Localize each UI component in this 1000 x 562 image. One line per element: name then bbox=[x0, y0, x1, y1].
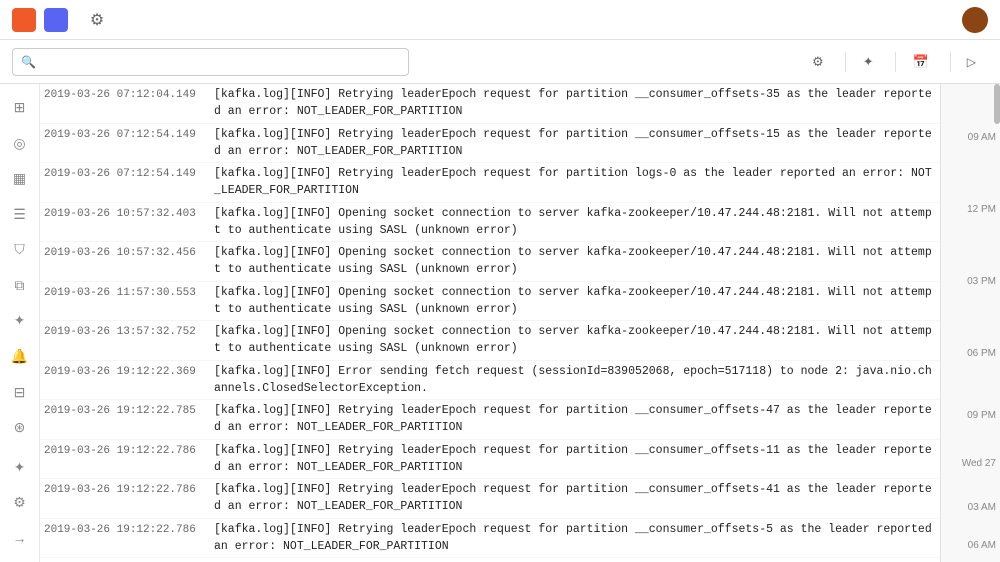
log-timestamp: 2019-03-26 10:57:32.456 bbox=[44, 244, 214, 262]
stream-button[interactable]: ▷ bbox=[959, 51, 988, 73]
log-message: [kafka.log][INFO] Error sending fetch re… bbox=[214, 363, 932, 398]
log-timestamp: 2019-03-26 07:12:54.149 bbox=[44, 126, 214, 144]
log-timestamp: 2019-03-26 13:57:32.752 bbox=[44, 323, 214, 341]
log-row: 2019-03-26 19:12:22.786[kafka.log][INFO]… bbox=[40, 558, 940, 562]
log-timestamp: 2019-03-26 07:12:04.149 bbox=[44, 86, 214, 104]
log-row: 2019-03-26 19:12:22.785[kafka.log][INFO]… bbox=[40, 400, 940, 440]
sidebar-icon-grid[interactable]: ▦ bbox=[4, 163, 36, 195]
log-row: 2019-03-26 19:12:22.786[kafka.log][INFO]… bbox=[40, 519, 940, 559]
separator bbox=[845, 52, 846, 72]
date-button[interactable]: 📅 bbox=[904, 49, 942, 75]
log-timestamp: 2019-03-26 19:12:22.786 bbox=[44, 481, 214, 499]
separator2 bbox=[895, 52, 896, 72]
log-message: [kafka.log][INFO] Retrying leaderEpoch r… bbox=[214, 126, 932, 161]
log-message: [kafka.log][INFO] Retrying leaderEpoch r… bbox=[214, 165, 932, 200]
time-label: 06 AM bbox=[968, 540, 996, 551]
sidebar-icon-chart[interactable]: ✦ bbox=[4, 305, 36, 337]
sidebar-icon-settings[interactable]: ⚙ bbox=[4, 487, 36, 519]
search-icon: 🔍 bbox=[21, 55, 36, 69]
log-row: 2019-03-26 19:12:22.786[kafka.log][INFO]… bbox=[40, 440, 940, 480]
log-content: 2019-03-26 07:12:04.149[kafka.log][INFO]… bbox=[40, 84, 1000, 562]
calendar-icon: 📅 bbox=[913, 54, 929, 70]
title-bar: ⚙ bbox=[0, 0, 1000, 40]
log-list[interactable]: 2019-03-26 07:12:04.149[kafka.log][INFO]… bbox=[40, 84, 940, 562]
log-message: [kafka.log][INFO] Retrying leaderEpoch r… bbox=[214, 521, 932, 556]
log-row: 2019-03-26 07:12:54.149[kafka.log][INFO]… bbox=[40, 124, 940, 164]
sidebar-icon-compass[interactable]: ◎ bbox=[4, 128, 36, 160]
log-timestamp: 2019-03-26 11:57:30.553 bbox=[44, 284, 214, 302]
log-message: [kafka.log][INFO] Opening socket connect… bbox=[214, 284, 932, 319]
toolbar: 🔍 ⚙ ✦ 📅 ▷ bbox=[0, 40, 1000, 84]
sidebar-icon-document[interactable]: ⊟ bbox=[4, 376, 36, 408]
log-timestamp: 2019-03-26 19:12:22.786 bbox=[44, 442, 214, 460]
log-row: 2019-03-26 07:12:54.149[kafka.log][INFO]… bbox=[40, 163, 940, 203]
search-box[interactable]: 🔍 bbox=[12, 48, 409, 76]
time-label: 12 PM bbox=[967, 204, 996, 215]
sidebar-icon-list[interactable]: ☰ bbox=[4, 199, 36, 231]
sidebar-icon-shield[interactable]: ⛉ bbox=[4, 234, 36, 266]
log-row: 2019-03-26 19:12:22.786[kafka.log][INFO]… bbox=[40, 479, 940, 519]
log-row: 2019-03-26 13:57:32.752[kafka.log][INFO]… bbox=[40, 321, 940, 361]
time-label: 09 AM bbox=[968, 132, 996, 143]
log-row: 2019-03-26 07:12:04.149[kafka.log][INFO]… bbox=[40, 84, 940, 124]
time-scrollbar[interactable]: 09 AM 12 PM 03 PM 06 PM 09 PM Wed 27 03 AM 06 A… bbox=[940, 84, 1000, 562]
log-message: [kafka.log][INFO] Opening socket connect… bbox=[214, 244, 932, 279]
customize-icon: ✦ bbox=[863, 54, 874, 70]
log-message: [kafka.log][INFO] Opening socket connect… bbox=[214, 205, 932, 240]
log-message: [kafka.log][INFO] Retrying leaderEpoch r… bbox=[214, 402, 932, 437]
log-timestamp: 2019-03-26 19:12:22.785 bbox=[44, 402, 214, 420]
left-sidebar: ⊞ ◎ ▦ ☰ ⛉ ⧉ ✦ 🔔 ⊟ ⊛ ✦ ⚙ → bbox=[0, 84, 40, 562]
log-message: [kafka.log][INFO] Retrying leaderEpoch r… bbox=[214, 442, 932, 477]
log-message: [kafka.log][INFO] Retrying leaderEpoch r… bbox=[214, 481, 932, 516]
org-avatar bbox=[44, 8, 68, 32]
default-icon: ⚙ bbox=[812, 54, 824, 70]
time-label: Wed 27 bbox=[962, 458, 996, 469]
log-message: [kafka.log][INFO] Opening socket connect… bbox=[214, 323, 932, 358]
sidebar-icon-bell[interactable]: 🔔 bbox=[4, 341, 36, 373]
log-timestamp: 2019-03-26 19:12:22.786 bbox=[44, 521, 214, 539]
sidebar-icon-tag[interactable]: ⊛ bbox=[4, 412, 36, 444]
time-label: 09 PM bbox=[967, 410, 996, 421]
app-logo bbox=[12, 8, 36, 32]
sidebar-arrow[interactable]: → bbox=[4, 522, 36, 554]
user-avatar[interactable] bbox=[962, 7, 988, 33]
log-timestamp: 2019-03-26 10:57:32.403 bbox=[44, 205, 214, 223]
sidebar-icon-home[interactable]: ⊞ bbox=[4, 92, 36, 124]
play-icon: ▷ bbox=[967, 55, 976, 69]
separator3 bbox=[950, 52, 951, 72]
log-row: 2019-03-26 11:57:30.553[kafka.log][INFO]… bbox=[40, 282, 940, 322]
settings-icon[interactable]: ⚙ bbox=[84, 7, 110, 33]
time-label: 06 PM bbox=[967, 348, 996, 359]
sidebar-icon-star[interactable]: ✦ bbox=[4, 451, 36, 483]
log-row: 2019-03-26 10:57:32.403[kafka.log][INFO]… bbox=[40, 203, 940, 243]
log-timestamp: 2019-03-26 19:12:22.369 bbox=[44, 363, 214, 381]
default-button[interactable]: ⚙ bbox=[803, 49, 837, 75]
log-message: [kafka.log][INFO] Retrying leaderEpoch r… bbox=[214, 86, 932, 121]
customize-button[interactable]: ✦ bbox=[854, 49, 887, 75]
time-label: 03 AM bbox=[968, 502, 996, 513]
time-label: 03 PM bbox=[967, 276, 996, 287]
log-row: 2019-03-26 10:57:32.456[kafka.log][INFO]… bbox=[40, 242, 940, 282]
scroll-thumb[interactable] bbox=[994, 84, 1000, 124]
sidebar-icon-layers[interactable]: ⧉ bbox=[4, 270, 36, 302]
log-timestamp: 2019-03-26 07:12:54.149 bbox=[44, 165, 214, 183]
log-row: 2019-03-26 19:12:22.369[kafka.log][INFO]… bbox=[40, 361, 940, 401]
main-layout: ⊞ ◎ ▦ ☰ ⛉ ⧉ ✦ 🔔 ⊟ ⊛ ✦ ⚙ → 2019-03-26 07:… bbox=[0, 84, 1000, 562]
